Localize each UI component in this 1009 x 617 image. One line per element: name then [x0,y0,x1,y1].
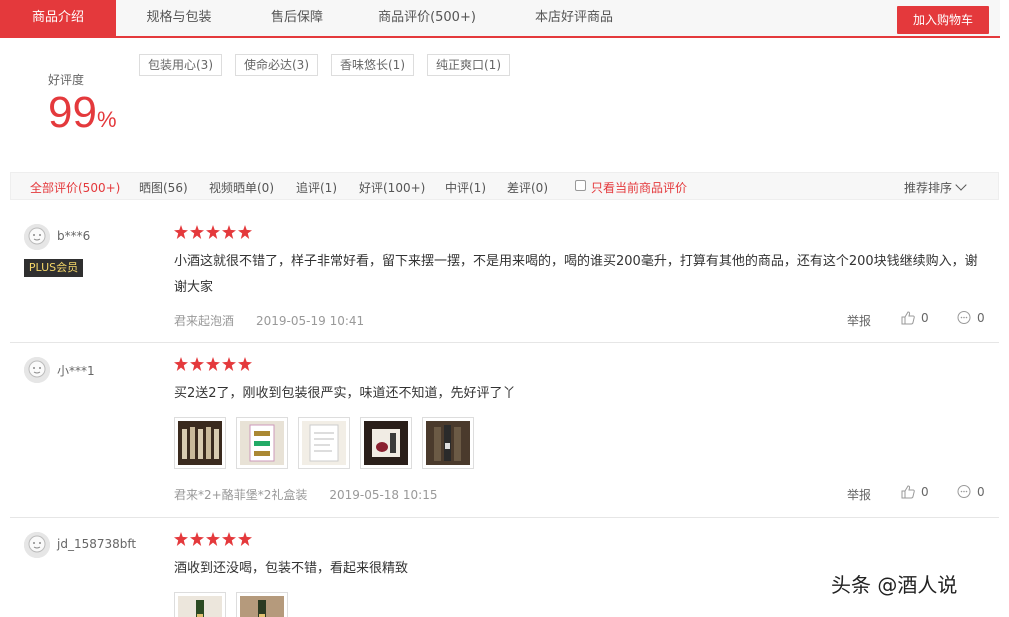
review-tag-list: 包装用心(3) 使命必达(3) 香味悠长(1) 纯正爽口(1) [139,54,510,76]
user-name: 小***1 [57,364,95,378]
review-tag[interactable]: 包装用心(3) [139,54,222,76]
watermark: 头条 @酒人说 [831,573,958,597]
user-name: jd_158738bft [57,537,137,551]
filter-with-photos[interactable]: 晒图(56) [139,179,188,196]
tab-shop-top-rated[interactable]: 本店好评商品 [516,0,632,36]
sort-label: 推荐排序 [904,181,953,195]
user-avatar [24,357,50,383]
tab-reviews[interactable]: 商品评价(500+) [364,0,490,36]
tab-after-sales[interactable]: 售后保障 [248,0,346,36]
purchased-variant: 君来起泡酒 [174,314,235,328]
review-photo[interactable] [298,417,350,469]
user-avatar [24,224,50,250]
star-icon [222,357,236,371]
filter-positive[interactable]: 好评(100+) [359,179,425,196]
user-avatar [24,532,50,558]
review-date: 2019-05-19 10:41 [256,314,365,328]
comment-icon [957,485,971,498]
review-filter-bar: 全部评价(500+) 晒图(56) 视频晒单(0) 追评(1) 好评(100+)… [10,172,999,200]
filter-video[interactable]: 视频晒单(0) [209,179,274,196]
star-icon [222,225,236,239]
thumbs-up-icon [901,311,915,325]
report-link[interactable]: 举报 [847,486,871,503]
thumbs-up-icon [901,485,915,499]
star-icon [174,225,188,239]
review-photo[interactable] [236,592,288,617]
review-tag[interactable]: 使命必达(3) [235,54,318,76]
positive-rate-value: 99% [48,88,117,138]
review-item: jd_158738bft 酒收到还没喝，包装不错，看起来很精致 [10,518,999,617]
comment-icon [957,311,971,324]
tab-product-intro[interactable]: 商品介绍 [0,0,116,36]
star-icon [206,225,220,239]
review-meta: 君来起泡酒 2019-05-19 10:41 [174,312,364,329]
review-photo-list [174,417,474,469]
star-icon [206,357,220,371]
sort-dropdown[interactable]: 推荐排序 [904,179,967,196]
star-icon [190,357,204,371]
star-icon [190,225,204,239]
review-date: 2019-05-18 10:15 [329,488,438,502]
review-photo[interactable] [422,417,474,469]
review-photo[interactable] [360,417,412,469]
star-rating [174,225,252,239]
purchased-variant: 君来*2+酪菲堡*2礼盒装 [174,488,308,502]
like-count: 0 [921,485,929,499]
only-current-label[interactable]: 只看当前商品评价 [591,179,687,196]
star-icon [206,532,220,546]
report-link[interactable]: 举报 [847,312,871,329]
star-rating [174,357,252,371]
star-icon [222,532,236,546]
reply-button[interactable]: 0 [956,484,985,500]
add-to-cart-button[interactable]: 加入购物车 [897,6,989,34]
star-icon [238,357,252,371]
review-tag[interactable]: 香味悠长(1) [331,54,414,76]
star-icon [174,357,188,371]
star-icon [174,532,188,546]
default-avatar-icon [24,357,50,383]
review-photo[interactable] [174,417,226,469]
review-text: 买2送2了，刚收到包装很严实，味道还不知道，先好评了丫 [174,386,516,401]
filter-negative[interactable]: 差评(0) [507,179,548,196]
review-photo-list [174,592,288,617]
only-current-checkbox[interactable] [575,180,586,191]
like-button[interactable]: 0 [900,484,929,500]
review-photo[interactable] [236,417,288,469]
positive-rate-number: 99 [48,88,97,137]
default-avatar-icon [24,224,50,250]
filter-follow-up[interactable]: 追评(1) [296,179,337,196]
filter-neutral[interactable]: 中评(1) [445,179,486,196]
review-tag[interactable]: 纯正爽口(1) [427,54,510,76]
review-item: 小***1 买2送2了，刚收到包装很严实，味道还不知道，先好评了丫 君来*2+酪… [10,343,999,518]
chevron-down-icon [955,179,967,191]
review-item: b***6 PLUS会员 小酒这就很不错了，样子非常好看，留下来摆一摆，不是用来… [10,200,999,343]
positive-rate-unit: % [96,107,117,132]
positive-rate-label: 好评度 [48,73,85,87]
star-rating [174,532,252,546]
reply-count: 0 [977,485,985,499]
review-meta: 君来*2+酪菲堡*2礼盒装 2019-05-18 10:15 [174,486,437,503]
review-photo[interactable] [174,592,226,617]
star-icon [238,225,252,239]
like-count: 0 [921,311,929,325]
filter-all[interactable]: 全部评价(500+) [30,179,120,196]
star-icon [238,532,252,546]
star-icon [190,532,204,546]
user-name: b***6 [57,229,91,243]
reply-count: 0 [977,311,985,325]
tab-specs[interactable]: 规格与包装 [126,0,232,36]
review-text: 小酒这就很不错了，样子非常好看，留下来摆一摆，不是用来喝的，喝的谁买200毫升，… [174,254,978,295]
default-avatar-icon [24,532,50,558]
like-button[interactable]: 0 [900,310,929,326]
plus-member-badge: PLUS会员 [24,259,83,277]
reply-button[interactable]: 0 [956,310,985,326]
product-tab-bar: 商品介绍 规格与包装 售后保障 商品评价(500+) 本店好评商品 加入购物车 [0,0,1000,38]
